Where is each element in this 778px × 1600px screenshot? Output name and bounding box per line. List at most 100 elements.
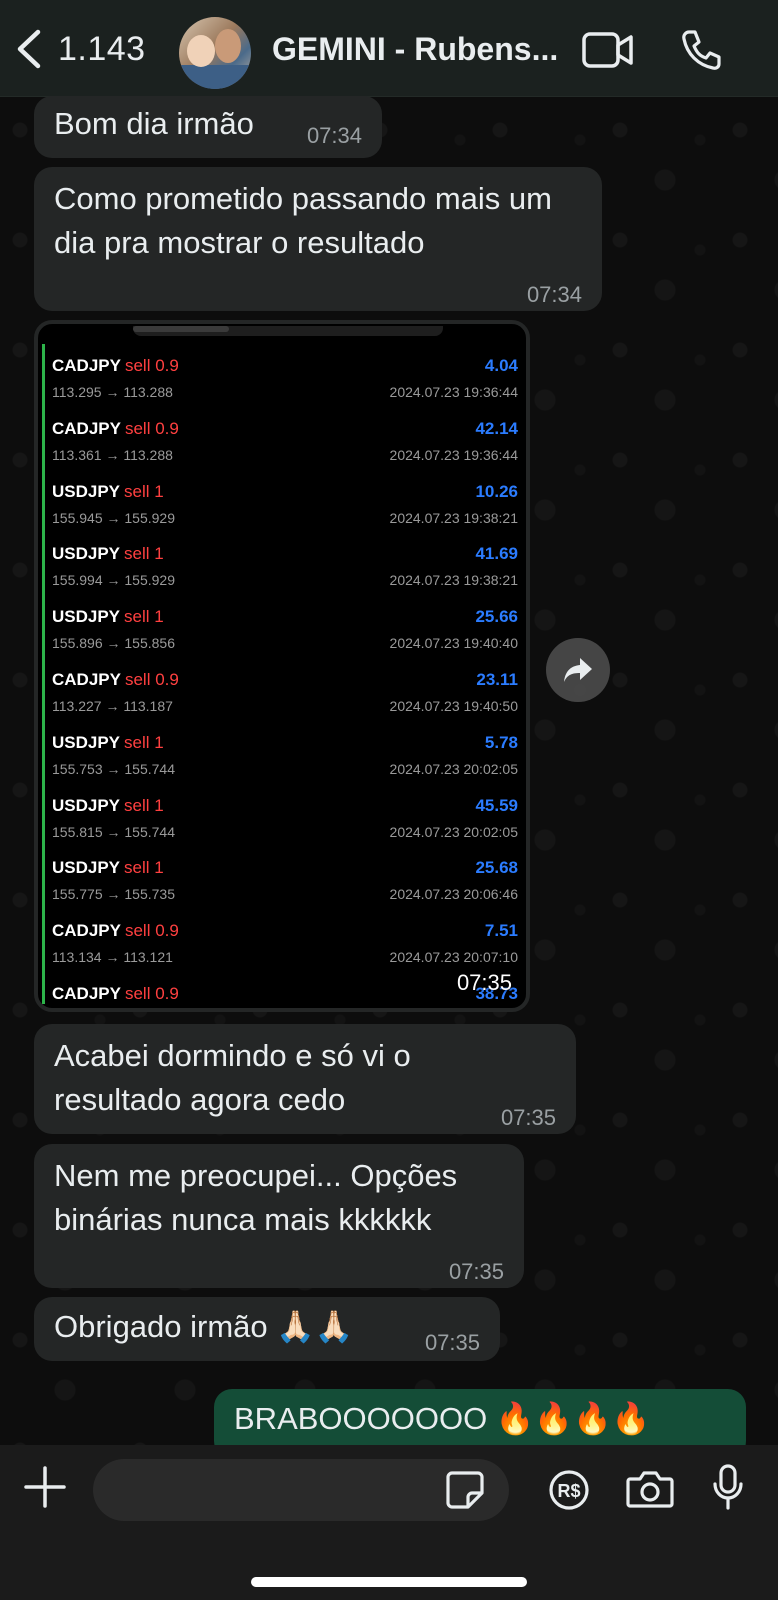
plus-icon — [24, 1466, 66, 1508]
message-bubble[interactable]: Acabei dormindo e só vi o resultado agor… — [34, 1024, 576, 1134]
trade-profit: 25.68 — [475, 858, 518, 878]
message-time: 07:35 — [448, 1259, 504, 1284]
home-indicator[interactable] — [251, 1577, 527, 1587]
trade-datetime: 2024.07.23 20:02:05 — [389, 823, 518, 840]
attach-button[interactable] — [24, 1466, 66, 1513]
camera-icon — [626, 1471, 674, 1508]
trade-datetime: 2024.07.23 19:40:50 — [389, 698, 518, 714]
trade-row: USDJPY sell 1 155.815 → 155.744 45.59 2024.0… — [52, 796, 518, 858]
trade-symbol: CADJPY sell 0.9 — [52, 356, 179, 375]
trade-row: USDJPY sell 1 155.994 → 155.929 41.69 2024.0… — [52, 544, 518, 606]
trade-datetime: 2024.07.23 19:38:21 — [389, 572, 518, 589]
pix-icon: R$ — [549, 1470, 589, 1510]
trade-symbol: USDJPY sell 1 — [52, 544, 164, 564]
trade-side: sell 1 — [124, 607, 164, 627]
image-message[interactable]: CADJPY sell 0.9 113.295 → 113.288 4.04 2024.… — [34, 320, 530, 1012]
svg-text:R$: R$ — [557, 1481, 580, 1501]
trade-side: sell 1 — [124, 858, 164, 878]
trade-row: USDJPY sell 1 155.753 → 155.744 5.78 2024.07… — [52, 733, 518, 795]
video-call-button[interactable] — [582, 32, 634, 68]
camera-button[interactable] — [626, 1470, 674, 1513]
trade-profit: 23.11 — [476, 670, 518, 689]
trade-profit: 7.51 — [484, 921, 518, 941]
message-bubble[interactable]: Nem me preocupei... Opções binárias nunc… — [34, 1144, 524, 1288]
trade-symbol: CADJPY sell 0.9 — [52, 670, 179, 689]
trade-side: sell 1 — [124, 481, 164, 501]
trade-prices: 113.227 → 113.187 — [52, 698, 173, 714]
trade-prices: 113.295 → 113.288 — [52, 384, 173, 400]
trade-symbol: USDJPY sell 1 — [52, 858, 164, 878]
message-time: 07:35 — [424, 1330, 480, 1355]
trade-profit: 41.69 — [475, 544, 518, 564]
trade-row: CADJPY sell 0.9 113.134 → 113.121 7.51 2024.… — [52, 921, 518, 983]
trade-symbol: CADJPY sell 0.9 — [52, 418, 179, 438]
trade-datetime: 2024.07.23 19:40:40 — [389, 635, 518, 652]
message-time: 07:34 — [526, 282, 582, 307]
trade-row: CADJPY sell 0.9 113.227 → 113.187 23.11 2024… — [52, 670, 518, 732]
pix-payment-button[interactable]: R$ — [548, 1469, 590, 1516]
message-text: Como prometido passando mais um dia pra … — [54, 181, 552, 260]
trade-datetime: 2024.07.23 20:02:05 — [389, 760, 518, 777]
trade-prices: 155.775 → 155.735 — [52, 886, 175, 903]
trade-datetime: 2024.07.23 20:07:10 — [389, 949, 518, 966]
avatar[interactable] — [179, 17, 251, 89]
phone-icon — [682, 30, 721, 70]
message-text: Bom dia irmão — [54, 106, 254, 141]
trade-row: CADJPY sell 0.9 38.73 — [52, 984, 518, 1008]
sticker-icon — [446, 1471, 484, 1509]
trade-row: USDJPY sell 1 155.896 → 155.856 25.66 2024.0… — [52, 607, 518, 669]
trade-prices: 155.753 → 155.744 — [52, 760, 175, 777]
trade-symbol: USDJPY sell 1 — [52, 795, 164, 815]
trade-profit: 25.66 — [475, 607, 518, 627]
video-call-icon — [582, 32, 633, 68]
trade-row: USDJPY sell 1 155.775 → 155.735 25.68 2024.0… — [52, 858, 518, 920]
trade-prices: 155.994 → 155.929 — [52, 572, 175, 589]
message-time: 07:34 — [306, 123, 362, 148]
chat-header: 1.143 GEMINI - Rubens... — [0, 0, 778, 97]
trade-side: sell 0.9 — [124, 984, 179, 1003]
trade-profit: 42.14 — [475, 418, 518, 438]
trade-profit: 10.26 — [475, 481, 518, 501]
trade-row: USDJPY sell 1 155.945 → 155.929 10.26 2024.0… — [52, 482, 518, 544]
trade-datetime: 2024.07.23 19:36:44 — [389, 446, 518, 463]
voice-call-button[interactable] — [680, 29, 722, 71]
message-time: 07:35 — [500, 1105, 556, 1130]
trade-side: sell 0.9 — [124, 921, 179, 941]
trade-datetime: 2024.07.23 20:06:46 — [389, 886, 518, 903]
message-bubble[interactable]: Bom dia irmão 07:34 — [34, 96, 382, 158]
trade-profit: 5.78 — [484, 732, 518, 752]
trade-row: CADJPY sell 0.9 113.295 → 113.288 4.04 2024.… — [52, 356, 518, 418]
trade-symbol: CADJPY sell 0.9 — [52, 984, 179, 1003]
trade-prices: 113.134 → 113.121 — [52, 949, 173, 966]
trade-symbol: USDJPY sell 1 — [52, 607, 164, 627]
trade-list-accent — [42, 344, 45, 1004]
chevron-left-icon — [17, 29, 41, 69]
trade-prices: 155.896 → 155.856 — [52, 635, 175, 652]
contact-name[interactable]: GEMINI - Rubens... — [272, 31, 558, 68]
voice-message-button[interactable] — [712, 1464, 744, 1515]
microphone-icon — [713, 1464, 743, 1510]
message-bubble[interactable]: Obrigado irmão 🙏🏻🙏🏻 07:35 — [34, 1297, 500, 1361]
forward-button[interactable] — [546, 638, 610, 702]
back-button[interactable]: 1.143 — [14, 28, 146, 70]
trade-symbol: CADJPY sell 0.9 — [52, 921, 179, 941]
sticker-button[interactable] — [446, 1471, 484, 1514]
trade-datetime: 2024.07.23 19:36:44 — [389, 384, 518, 400]
trade-symbol: USDJPY sell 1 — [52, 481, 164, 501]
message-text: Nem me preocupei... Opções binárias nunc… — [54, 1158, 458, 1237]
message-text: Obrigado irmão 🙏🏻🙏🏻 — [54, 1309, 354, 1344]
trade-prices: 155.945 → 155.929 — [52, 509, 175, 526]
trade-prices: 155.815 → 155.744 — [52, 823, 175, 840]
trade-row: CADJPY sell 0.9 113.361 → 113.288 42.14 2024… — [52, 419, 518, 481]
trade-side: sell 0.9 — [124, 356, 179, 375]
trade-side: sell 0.9 — [124, 670, 179, 689]
trade-side: sell 0.9 — [124, 418, 179, 438]
message-time: 07:35 — [456, 970, 512, 995]
message-bubble[interactable]: Como prometido passando mais um dia pra … — [34, 167, 602, 311]
trade-symbol: USDJPY sell 1 — [52, 732, 164, 752]
trade-prices: 113.361 → 113.288 — [52, 446, 173, 463]
trade-side: sell 1 — [124, 795, 164, 815]
message-text: Acabei dormindo e só vi o resultado agor… — [54, 1038, 411, 1117]
trade-side: sell 1 — [124, 732, 164, 752]
message-text: BRABOOOOOOO 🔥🔥🔥🔥 — [234, 1401, 651, 1436]
